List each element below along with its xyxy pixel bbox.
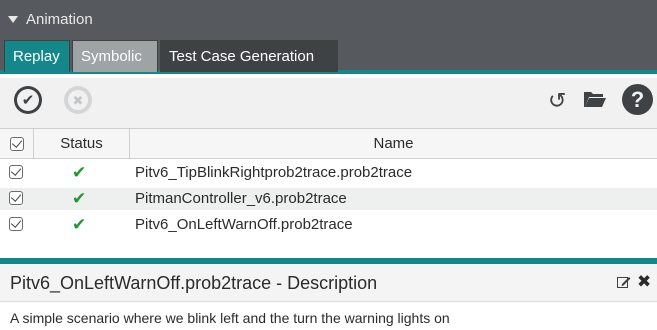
- reload-icon[interactable]: ↺: [548, 88, 566, 114]
- trace-table: Status Name ✔ Pitv6_TipBlinkRightprob2tr…: [0, 128, 657, 258]
- collapse-triangle-icon[interactable]: [8, 15, 18, 23]
- table-header: Status Name: [0, 129, 657, 159]
- table-row[interactable]: ✔ Pitv6_OnLeftWarnOff.prob2trace: [0, 214, 657, 236]
- folder-icon[interactable]: [583, 89, 607, 109]
- row-checkbox[interactable]: [9, 217, 23, 231]
- name-column-header[interactable]: Name: [130, 129, 657, 158]
- close-icon[interactable]: ✖: [637, 273, 651, 290]
- row-checkbox[interactable]: [9, 165, 23, 179]
- table-row[interactable]: ✔ PitmanController_v6.prob2trace: [0, 188, 657, 210]
- check-all-icon[interactable]: ✔: [14, 86, 42, 114]
- panel-title: Animation: [26, 10, 93, 28]
- trace-name: Pitv6_TipBlinkRightprob2trace.prob2trace: [135, 164, 413, 181]
- row-checkbox[interactable]: [9, 191, 23, 205]
- select-all-checkbox[interactable]: [9, 136, 24, 151]
- tab-symbolic[interactable]: Symbolic: [72, 40, 158, 72]
- description-header: Pitv6_OnLeftWarnOff.prob2trace - Descrip…: [0, 264, 657, 302]
- tab-bar: Replay Symbolic Test Case Generation: [0, 38, 657, 74]
- edit-icon[interactable]: [617, 276, 631, 289]
- cancel-icon[interactable]: ✖: [64, 86, 92, 114]
- status-check-icon: ✔: [72, 189, 87, 208]
- help-icon[interactable]: ?: [622, 84, 653, 115]
- animation-panel-header[interactable]: Animation: [0, 0, 657, 38]
- table-row[interactable]: ✔ Pitv6_TipBlinkRightprob2trace.prob2tra…: [0, 162, 657, 184]
- tab-test-case-generation[interactable]: Test Case Generation: [160, 40, 338, 72]
- trace-name: PitmanController_v6.prob2trace: [135, 190, 347, 207]
- status-column-header[interactable]: Status: [34, 129, 130, 158]
- status-check-icon: ✔: [72, 163, 87, 182]
- toolbar: ✔ ✖ ↺ ?: [0, 78, 657, 128]
- select-all-header[interactable]: [0, 129, 34, 158]
- tab-replay[interactable]: Replay: [4, 40, 70, 72]
- description-title: Pitv6_OnLeftWarnOff.prob2trace - Descrip…: [10, 273, 378, 293]
- description-text: A simple scenario where we blink left an…: [10, 310, 450, 326]
- trace-name: Pitv6_OnLeftWarnOff.prob2trace: [135, 216, 353, 233]
- status-check-icon: ✔: [72, 215, 87, 234]
